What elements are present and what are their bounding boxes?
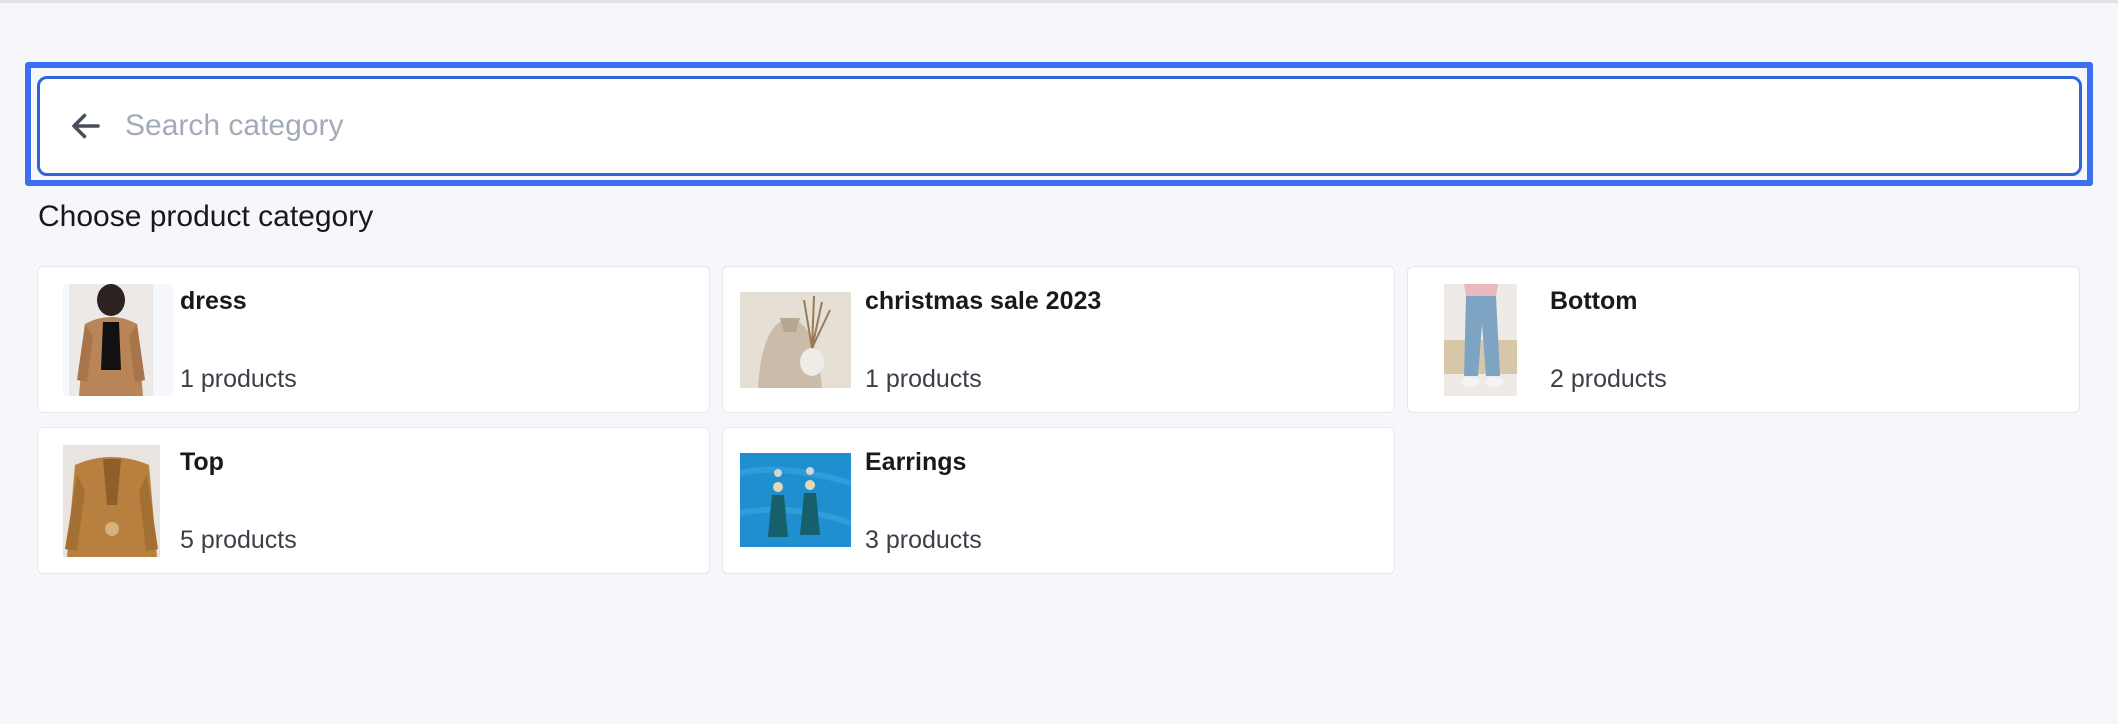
category-card-christmas-sale-2023[interactable]: christmas sale 2023 1 products <box>722 266 1395 413</box>
category-thumbnail <box>740 292 851 388</box>
category-card-top[interactable]: Top 5 products <box>37 427 710 574</box>
category-product-count: 3 products <box>865 526 982 554</box>
category-card-dress[interactable]: dress 1 products <box>37 266 710 413</box>
category-name: Top <box>180 448 224 476</box>
category-product-count: 1 products <box>865 365 982 393</box>
category-name: Earrings <box>865 448 967 476</box>
category-thumbnail <box>63 284 173 396</box>
category-name: christmas sale 2023 <box>865 287 1102 315</box>
category-product-count: 5 products <box>180 526 297 554</box>
back-button[interactable] <box>63 103 109 149</box>
category-card-earrings[interactable]: Earrings 3 products <box>722 427 1395 574</box>
category-name: Bottom <box>1550 287 1638 315</box>
category-product-count: 2 products <box>1550 365 1667 393</box>
category-product-count: 1 products <box>180 365 297 393</box>
category-card-bottom[interactable]: Bottom 2 products <box>1407 266 2080 413</box>
category-thumbnail <box>1444 284 1517 396</box>
top-border <box>0 0 2118 3</box>
section-title: Choose product category <box>38 200 374 233</box>
category-name: dress <box>180 287 247 315</box>
category-thumbnail <box>740 453 851 547</box>
category-grid: dress 1 products christmas sale 2023 1 p… <box>37 266 2080 574</box>
arrow-left-icon <box>72 113 100 139</box>
search-input[interactable] <box>123 95 2079 157</box>
search-bar[interactable] <box>37 76 2082 176</box>
category-thumbnail <box>63 445 160 557</box>
